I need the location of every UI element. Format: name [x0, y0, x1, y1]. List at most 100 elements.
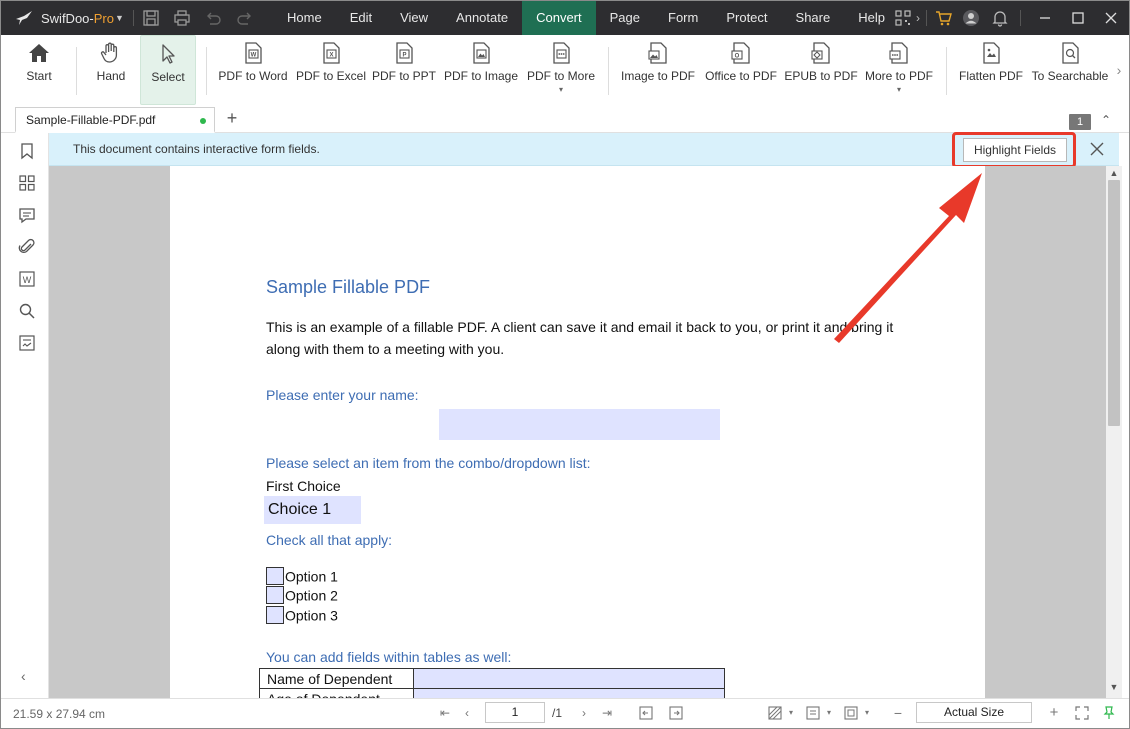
- bookmark-icon[interactable]: [18, 142, 36, 160]
- checkbox[interactable]: [266, 567, 284, 586]
- checkbox[interactable]: [266, 586, 284, 605]
- select-label: Select: [151, 70, 185, 84]
- first-page-icon[interactable]: ⇤: [437, 705, 453, 721]
- document-tab[interactable]: Sample-Fillable-PDF.pdf: [15, 107, 215, 133]
- checkbox[interactable]: [266, 606, 284, 625]
- previous-view-icon[interactable]: [638, 705, 654, 721]
- user-avatar-icon[interactable]: [962, 9, 980, 27]
- undo-icon[interactable]: [204, 9, 222, 27]
- option-label: Option 2: [285, 587, 338, 604]
- add-tab-button[interactable]: +: [223, 107, 241, 129]
- collapse-ribbon-icon[interactable]: ⌃: [1101, 113, 1111, 127]
- toolbar-scroll-right-icon[interactable]: ›: [1112, 47, 1126, 93]
- menu-home[interactable]: Home: [273, 1, 336, 35]
- scrollbar-thumb[interactable]: [1108, 180, 1120, 426]
- zoom-in-icon[interactable]: +: [1046, 705, 1062, 721]
- page-count-badge: 1: [1069, 114, 1091, 130]
- epub-to-pdf-icon: [811, 42, 830, 64]
- previous-page-icon[interactable]: ‹: [459, 705, 475, 721]
- dropdown-caret-icon[interactable]: ▾: [859, 705, 875, 721]
- hand-icon: [100, 42, 118, 63]
- checkbox-question: Check all that apply:: [266, 532, 393, 548]
- epub-to-pdf-button[interactable]: EPUB to PDF: [784, 35, 858, 105]
- to-searchable-label: To Searchable: [1031, 69, 1109, 83]
- option-1-checkbox-row[interactable]: Option 1: [266, 567, 338, 586]
- menu-form[interactable]: Form: [654, 1, 712, 35]
- start-button[interactable]: Start: [13, 35, 65, 105]
- document-tab-bar: Sample-Fillable-PDF.pdf + 1 ⌃: [1, 105, 1129, 133]
- word-count-icon[interactable]: W: [18, 270, 36, 288]
- menu-protect[interactable]: Protect: [712, 1, 781, 35]
- pdf-to-more-button[interactable]: PDF to More ▾: [525, 35, 597, 105]
- hand-tool-button[interactable]: Hand: [85, 35, 137, 105]
- scroll-down-icon[interactable]: ▼: [1106, 682, 1122, 692]
- minimize-icon[interactable]: [1028, 1, 1062, 35]
- pdf-to-ppt-button[interactable]: P PDF to PPT: [371, 35, 437, 105]
- maximize-icon[interactable]: [1061, 1, 1095, 35]
- page-number-input[interactable]: 1: [485, 702, 545, 723]
- dropdown-caret-icon[interactable]: ▾: [821, 705, 837, 721]
- highlight-fields-button[interactable]: Highlight Fields: [963, 138, 1067, 162]
- chevron-right-icon[interactable]: ›: [913, 9, 923, 27]
- pin-icon[interactable]: [1101, 705, 1117, 721]
- dropdown-caret-icon[interactable]: ▾: [783, 705, 799, 721]
- zoom-level-select[interactable]: Actual Size: [916, 702, 1032, 723]
- background-color-icon[interactable]: [767, 705, 783, 721]
- attachment-icon[interactable]: [18, 238, 36, 256]
- thumbnails-icon[interactable]: [18, 174, 36, 192]
- comment-icon[interactable]: [18, 206, 36, 224]
- option-2-checkbox-row[interactable]: Option 2: [266, 586, 338, 605]
- fullscreen-icon[interactable]: [1074, 705, 1090, 721]
- next-view-icon[interactable]: [668, 705, 684, 721]
- dependent-age-field[interactable]: [413, 688, 725, 698]
- menu-annotate[interactable]: Annotate: [442, 1, 522, 35]
- qr-code-icon[interactable]: [894, 9, 912, 27]
- image-to-pdf-button[interactable]: Image to PDF: [618, 35, 698, 105]
- dropdown-caret-icon: ▾: [896, 85, 901, 94]
- menu-edit[interactable]: Edit: [336, 1, 386, 35]
- svg-text:W: W: [23, 275, 32, 285]
- cart-icon[interactable]: [935, 9, 953, 27]
- menu-help[interactable]: Help: [844, 1, 899, 35]
- divider: [1020, 10, 1021, 26]
- menu-convert[interactable]: Convert: [522, 1, 596, 35]
- choice-combo-field[interactable]: Choice 1: [264, 496, 361, 524]
- close-notice-icon[interactable]: [1089, 141, 1105, 157]
- zoom-out-icon[interactable]: −: [890, 705, 906, 721]
- app-menu-dropdown-icon[interactable]: ▼: [115, 13, 124, 23]
- pdf-to-word-button[interactable]: W PDF to Word: [216, 35, 290, 105]
- menu-view[interactable]: View: [386, 1, 442, 35]
- next-page-icon[interactable]: ›: [576, 705, 592, 721]
- scroll-up-icon[interactable]: ▲: [1106, 168, 1122, 178]
- redo-icon[interactable]: [236, 9, 254, 27]
- menu-share[interactable]: Share: [782, 1, 845, 35]
- flatten-pdf-button[interactable]: Flatten PDF: [956, 35, 1026, 105]
- print-icon[interactable]: [173, 9, 191, 27]
- dependent-name-field[interactable]: [413, 668, 725, 689]
- option-label: Option 3: [285, 607, 338, 624]
- select-tool-button[interactable]: Select: [140, 35, 196, 105]
- pdf-to-image-button[interactable]: PDF to Image: [441, 35, 521, 105]
- menu-page[interactable]: Page: [596, 1, 654, 35]
- collapse-sidebar-icon[interactable]: ‹: [21, 668, 26, 684]
- more-to-pdf-button[interactable]: More to PDF ▾: [862, 35, 936, 105]
- to-searchable-button[interactable]: To Searchable: [1030, 35, 1110, 105]
- office-to-pdf-button[interactable]: O Office to PDF: [702, 35, 780, 105]
- close-icon[interactable]: [1094, 1, 1128, 35]
- page-layout-icon[interactable]: [805, 705, 821, 721]
- form-fields-icon[interactable]: [18, 334, 36, 352]
- save-icon[interactable]: [142, 9, 160, 27]
- last-page-icon[interactable]: ⇥: [599, 705, 615, 721]
- page-dimensions: 21.59 x 27.94 cm: [13, 707, 106, 721]
- vertical-scrollbar[interactable]: ▲ ▼: [1106, 166, 1122, 698]
- name-input-field[interactable]: [439, 409, 720, 440]
- pdf-to-word-icon: W: [245, 42, 262, 64]
- search-icon[interactable]: [18, 302, 36, 320]
- option-label: Option 1: [285, 568, 338, 585]
- home-icon: [29, 44, 49, 62]
- notification-bell-icon[interactable]: [991, 9, 1009, 27]
- option-3-checkbox-row[interactable]: Option 3: [266, 606, 338, 625]
- pdf-to-excel-button[interactable]: X PDF to Excel: [295, 35, 367, 105]
- fit-page-icon[interactable]: [843, 705, 859, 721]
- dependent-table: Name of Dependent Age of Dependent: [259, 668, 725, 698]
